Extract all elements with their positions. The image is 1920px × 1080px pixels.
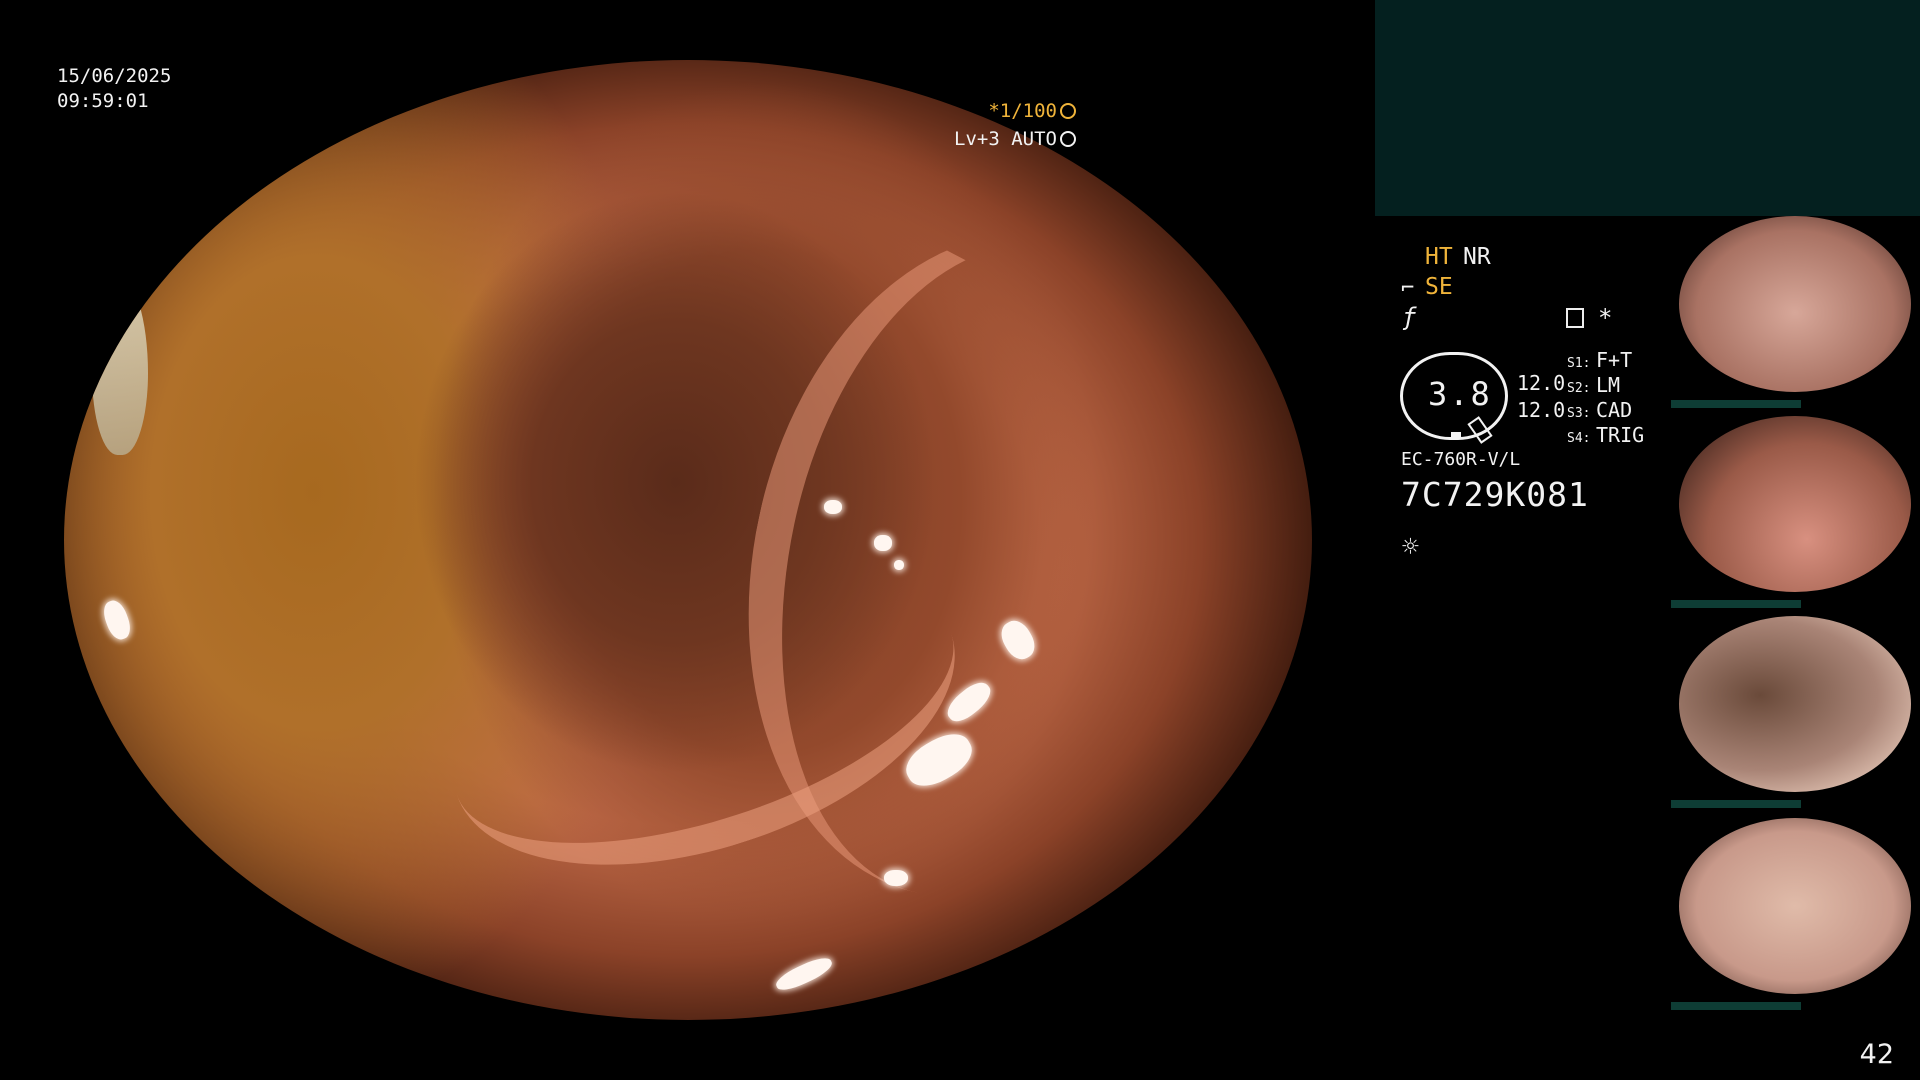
- date-text: 15/06/2025: [57, 65, 172, 87]
- auto-iris-icon: [1060, 131, 1076, 147]
- switch-value-2: LM: [1596, 373, 1621, 397]
- gauge-marker: [1451, 432, 1461, 438]
- f-mode-icon: ƒ: [1402, 303, 1417, 331]
- setting-value-1: 12.0: [1517, 371, 1566, 395]
- info-panel-top: [1375, 0, 1920, 216]
- light-icon: ☼: [1402, 530, 1419, 563]
- shutter-icon: [1060, 103, 1076, 119]
- switch-key-1: S1:: [1567, 356, 1591, 371]
- memo-icon: [1566, 308, 1584, 328]
- switch-value-3: CAD: [1596, 398, 1633, 422]
- page-number: 42: [1859, 1039, 1894, 1070]
- light-glare: [894, 560, 904, 570]
- se-indicator: SE: [1425, 274, 1453, 300]
- switch-key-4: S4:: [1567, 431, 1591, 446]
- capture-thumbnail-1[interactable]: [1671, 212, 1920, 408]
- thumbnail-image: [1679, 416, 1911, 592]
- date-time: 15/06/2025 09:59:01: [57, 64, 171, 114]
- scope-model: EC-760R-V/L: [1401, 449, 1521, 470]
- capture-thumbnail-4[interactable]: [1671, 814, 1920, 1010]
- thumbnail-bar: [1671, 600, 1801, 608]
- brightness-level-readout: Lv+3 AUTO: [954, 128, 1076, 150]
- thumbnail-bar: [1671, 800, 1801, 808]
- shutter-text: *1/100: [988, 100, 1057, 122]
- light-glare: [824, 500, 842, 514]
- switch-value-1: F+T: [1596, 348, 1633, 372]
- time-text: 09:59:01: [57, 90, 149, 112]
- light-glare: [884, 870, 908, 886]
- ht-indicator: HT: [1425, 244, 1453, 270]
- nr-indicator: NR: [1463, 244, 1491, 270]
- debris-spot: [92, 275, 148, 455]
- light-glare: [99, 597, 135, 643]
- switch-key-2: S2:: [1567, 381, 1591, 396]
- star-indicator: *: [1598, 304, 1613, 332]
- gauge-value: 3.8: [1428, 375, 1492, 413]
- light-glare: [874, 535, 892, 551]
- endoscope-main-view: [64, 60, 1312, 1020]
- light-glare: [773, 953, 835, 995]
- thumbnail-image: [1679, 818, 1911, 994]
- thumbnail-bar: [1671, 1002, 1801, 1010]
- shutter-readout: *1/100: [988, 100, 1076, 122]
- capture-thumbnail-2[interactable]: [1671, 412, 1920, 608]
- scope-serial: 7C729K081: [1401, 475, 1589, 514]
- setting-value-2: 12.0: [1517, 398, 1566, 422]
- capture-thumbnail-3[interactable]: [1671, 612, 1920, 808]
- level-text: Lv+3 AUTO: [954, 128, 1057, 150]
- thumbnail-bar: [1671, 400, 1801, 408]
- switch-value-4: TRIG: [1596, 423, 1645, 447]
- thumbnail-image: [1679, 616, 1911, 792]
- switch-key-3: S3:: [1567, 406, 1591, 421]
- se-mode-icon: ⌐: [1401, 276, 1415, 301]
- thumbnail-image: [1679, 216, 1911, 392]
